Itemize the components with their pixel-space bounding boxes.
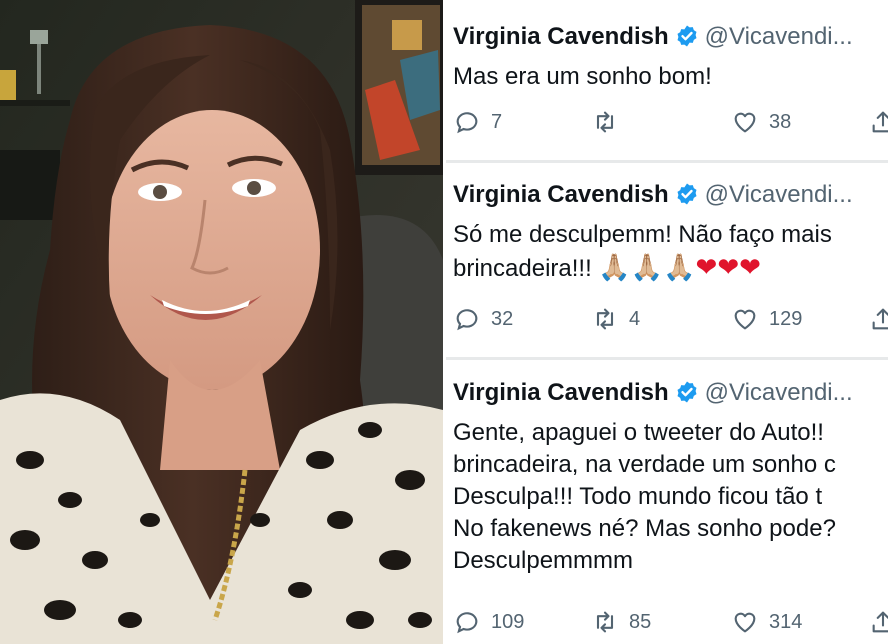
- folded-hands-emoji: 🙏🏼: [598, 252, 631, 282]
- tweet-text: Mas era um sonho bom!: [453, 61, 712, 93]
- red-heart-emoji: ❤: [739, 252, 761, 282]
- share-button[interactable]: [869, 608, 888, 636]
- reply-icon: [456, 612, 478, 634]
- folded-hands-emoji: 🙏🏼: [663, 252, 696, 282]
- like-count: 129: [769, 307, 803, 330]
- author-name[interactable]: Virginia Cavendish: [453, 379, 669, 406]
- share-button[interactable]: [869, 305, 888, 333]
- tweet-line: Desculpa!!! Todo mundo ficou tão t: [453, 483, 823, 510]
- retweet-button[interactable]: 4: [591, 305, 640, 333]
- like-count: 314: [769, 610, 803, 633]
- reply-count: 109: [491, 610, 525, 633]
- like-icon: [734, 112, 756, 133]
- folded-hands-emoji: 🙏🏼: [630, 252, 664, 282]
- tweet-line: Desculpemmmm: [453, 547, 634, 574]
- red-heart-emoji: ❤: [717, 252, 740, 282]
- like-icon: [734, 612, 756, 633]
- share-icon: [872, 111, 888, 133]
- verified-badge-icon: [677, 25, 697, 47]
- author-handle[interactable]: @Vicavendi...: [705, 379, 853, 406]
- share-button[interactable]: [869, 108, 888, 136]
- tweet-card[interactable]: Virginia Cavendish @Vicavendi... Gente, a…: [446, 360, 888, 644]
- tweet-line: Gente, apaguei o tweeter do Auto!!: [453, 419, 824, 446]
- share-icon: [872, 308, 888, 330]
- tweet-line: No fakenews né? Mas sonho pode?: [453, 515, 836, 542]
- retweet-icon: [596, 111, 614, 133]
- tweet-header: Virginia Cavendish @Vicavendi...: [453, 378, 853, 408]
- tweet-text: Só me desculpemm! Não faço mais brincadei…: [453, 219, 832, 285]
- red-heart-emoji: ❤: [695, 252, 718, 282]
- tweets-panel: Virginia Cavendish @Vicavendi... Mas era …: [446, 0, 888, 644]
- like-button[interactable]: 38: [731, 108, 791, 136]
- retweet-button[interactable]: 85: [591, 608, 651, 636]
- share-icon: [872, 611, 888, 633]
- author-name[interactable]: Virginia Cavendish: [453, 23, 669, 50]
- tweet-line: brincadeira, na verdade um sonho c: [453, 451, 836, 478]
- reply-icon: [456, 112, 478, 134]
- reply-button[interactable]: 109: [453, 608, 524, 636]
- author-handle[interactable]: @Vicavendi...: [705, 181, 853, 208]
- tweet-header: Virginia Cavendish @Vicavendi...: [453, 180, 853, 210]
- verified-badge-icon: [677, 381, 697, 403]
- like-count: 38: [769, 110, 792, 133]
- retweet-count: 85: [629, 610, 652, 633]
- tweet-card[interactable]: Virginia Cavendish @Vicavendi... Mas era …: [446, 0, 888, 160]
- tweet-line-with-emoji: brincadeira!!! 🙏🏼🙏🏼🙏🏼❤❤❤: [453, 251, 832, 285]
- reply-count: 32: [491, 307, 514, 330]
- retweet-icon: [596, 308, 614, 330]
- tweet-card[interactable]: Virginia Cavendish @Vicavendi... Só me de…: [446, 163, 888, 357]
- like-button[interactable]: 129: [731, 305, 802, 333]
- author-name[interactable]: Virginia Cavendish: [453, 181, 669, 208]
- reply-button[interactable]: 7: [453, 108, 502, 136]
- reply-button[interactable]: 32: [453, 305, 513, 333]
- retweet-count: 4: [629, 307, 641, 330]
- tweet-text: Gente, apaguei o tweeter do Auto!! brinca…: [453, 417, 836, 577]
- reply-count: 7: [491, 110, 503, 133]
- like-button[interactable]: 314: [731, 608, 802, 636]
- tweet-line: Mas era um sonho bom!: [453, 63, 712, 90]
- woman-portrait-image: [0, 0, 443, 644]
- like-icon: [734, 309, 756, 330]
- tweet-header: Virginia Cavendish @Vicavendi...: [453, 22, 853, 52]
- retweet-icon: [596, 611, 614, 633]
- author-handle[interactable]: @Vicavendi...: [705, 23, 853, 50]
- tweet-line: brincadeira!!!: [453, 255, 599, 282]
- verified-badge-icon: [677, 183, 697, 205]
- reply-icon: [456, 309, 478, 331]
- tweet-line: Só me desculpemm! Não faço mais: [453, 221, 832, 248]
- selfie-photo: [0, 0, 443, 644]
- retweet-button[interactable]: [591, 108, 629, 136]
